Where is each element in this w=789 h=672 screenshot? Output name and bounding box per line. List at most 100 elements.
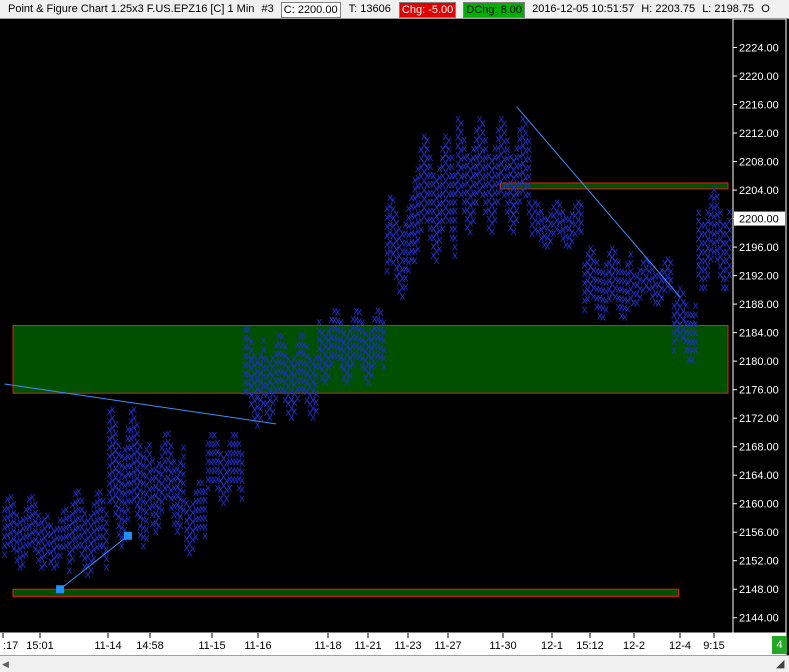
x-box: X <box>424 137 430 147</box>
price-tick-label: 2208.00 <box>739 157 779 169</box>
x-box: X <box>683 302 689 312</box>
x-box: X <box>113 421 119 431</box>
x-box: X <box>446 137 452 147</box>
x-box: X <box>32 501 38 511</box>
date-tick-label: 11-14 <box>94 640 121 652</box>
x-box: X <box>159 507 165 517</box>
x-box: X <box>66 567 72 577</box>
chart-number: #3 <box>261 3 274 15</box>
x-box: X <box>313 399 319 409</box>
x-box: X <box>103 528 109 538</box>
x-box: X <box>689 356 695 366</box>
x-box: X <box>514 216 520 226</box>
x-box: X <box>239 495 245 505</box>
x-box: X <box>692 329 698 339</box>
timestamp: 2016-12-05 10:51:57 <box>532 3 635 15</box>
corner-badge[interactable]: 4 <box>772 636 787 654</box>
x-box: X <box>69 555 75 565</box>
x-box: X <box>492 208 498 218</box>
x-box: X <box>399 293 405 303</box>
x-box: X <box>79 497 85 507</box>
x-box: X <box>45 513 51 523</box>
x-box: X <box>227 485 233 495</box>
date-tick-label: 12-4 <box>669 640 691 652</box>
x-box: X <box>378 309 384 319</box>
date-tick-label: 11-18 <box>314 640 341 652</box>
x-box: X <box>165 430 171 440</box>
x-box: X <box>236 440 242 450</box>
x-box: X <box>359 319 365 329</box>
x-box: X <box>470 217 476 227</box>
x-box: X <box>205 485 211 495</box>
x-box: X <box>282 343 288 353</box>
price-tick-label: 2176.00 <box>739 385 779 397</box>
x-box: X <box>381 319 387 329</box>
x-box: X <box>726 218 732 228</box>
x-box: X <box>726 209 732 219</box>
x-box: X <box>125 515 131 525</box>
marker-low <box>56 585 65 594</box>
pf-chart[interactable]: XXXXXXXXXXXXXXXXXXXXXXXXXXXXXXXXXXXXXXXX… <box>0 0 789 672</box>
x-box: X <box>578 201 584 211</box>
x-box: X <box>356 309 362 319</box>
x-box: X <box>384 268 390 278</box>
x-box: X <box>415 237 421 247</box>
x-box: X <box>202 497 208 507</box>
x-box: X <box>504 137 510 147</box>
x-box: X <box>381 364 387 374</box>
x-box: X <box>726 235 732 245</box>
date-tick-label: :17 <box>3 640 18 652</box>
x-box: X <box>103 564 109 574</box>
x-box: X <box>291 408 297 418</box>
x-box: X <box>714 193 720 203</box>
price-tick-label: 2144.00 <box>739 613 779 625</box>
x-box: X <box>146 441 152 451</box>
scroll-left-icon[interactable]: ◀ <box>2 659 9 670</box>
x-box: X <box>526 164 532 174</box>
x-box: X <box>20 561 26 571</box>
date-tick-label: 12-1 <box>541 640 563 652</box>
date-tick-label: 11-16 <box>244 640 271 652</box>
resize-grip-icon[interactable]: ◢ <box>776 657 784 670</box>
x-box: X <box>492 216 498 226</box>
x-box: X <box>316 318 322 328</box>
price-axis[interactable]: 2144.00 2148.00 2152.00 2156.00 2160.00 2164.… <box>732 18 787 634</box>
date-tick-label: 11-23 <box>394 640 421 652</box>
x-box: X <box>180 471 186 481</box>
price-tick-label: 2172.00 <box>739 413 779 425</box>
open-price: O <box>761 3 770 15</box>
x-box: X <box>248 338 254 348</box>
date-axis[interactable]: :17 15:01 11-14 14:58 11-15 11-16 11-18 11-21 11… <box>0 632 787 656</box>
x-box: X <box>156 522 162 532</box>
x-box: X <box>436 236 442 246</box>
x-box: X <box>696 209 702 219</box>
x-box: X <box>628 250 634 260</box>
title-bar: Point & Figure Chart 1.25x3 F.US.EPZ16 [… <box>0 0 789 19</box>
trade-count: T: 13606 <box>347 2 392 16</box>
x-box: X <box>190 545 196 555</box>
x-box: X <box>412 257 418 267</box>
horizontal-scrollbar[interactable]: ◀ ◢ <box>0 655 789 672</box>
price-tick-label: 2224.00 <box>739 43 779 55</box>
x-box: X <box>526 137 532 147</box>
price-tick-label: 2160.00 <box>739 499 779 511</box>
x-box: X <box>452 225 458 235</box>
x-box: X <box>239 477 245 487</box>
x-box: X <box>726 262 732 272</box>
x-box: X <box>526 146 532 156</box>
x-box: X <box>702 284 708 294</box>
demand-zone-low <box>12 588 680 597</box>
x-box: X <box>239 486 245 496</box>
x-box: X <box>143 535 149 545</box>
x-box: X <box>668 277 674 287</box>
x-box: X <box>514 207 520 217</box>
x-box: X <box>224 495 230 505</box>
x-box: X <box>692 320 698 330</box>
x-box: X <box>273 395 279 405</box>
x-box: X <box>202 506 208 516</box>
x-box: X <box>628 259 634 269</box>
x-box: X <box>526 155 532 165</box>
x-box: X <box>452 243 458 253</box>
price-tick-label: 2216.00 <box>739 100 779 112</box>
price-tick-label: 2220.00 <box>739 71 779 83</box>
